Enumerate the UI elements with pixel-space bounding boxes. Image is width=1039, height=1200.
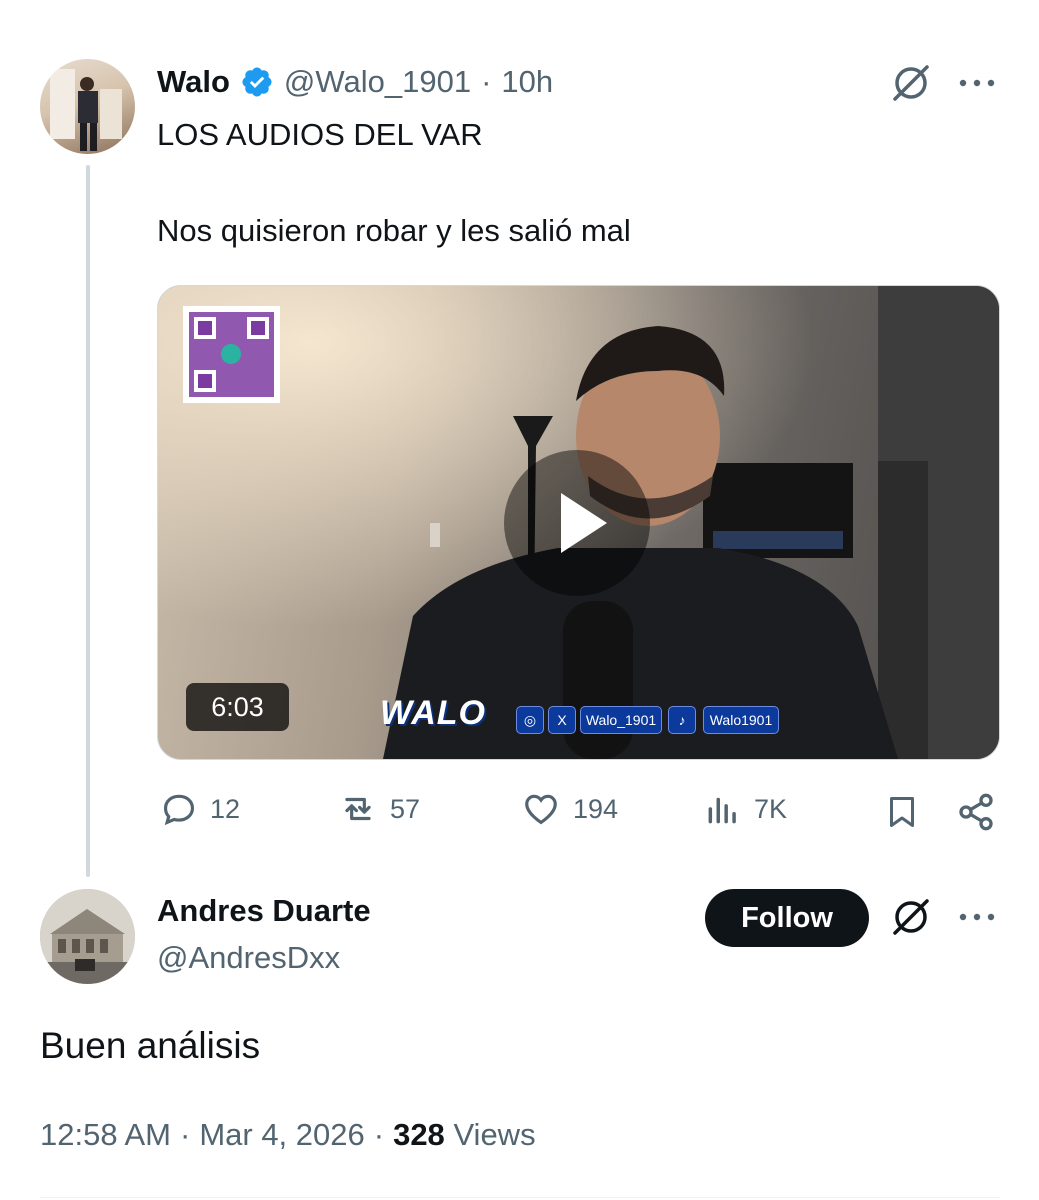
like-count: 194 [573, 793, 619, 824]
play-icon [504, 450, 650, 596]
reply-icon [163, 794, 195, 826]
reply-time[interactable]: 12:58 AM [40, 1117, 171, 1153]
separator-dot: · [179, 1117, 191, 1152]
reply-grok-button[interactable] [889, 895, 933, 939]
reply-handle[interactable]: @AndresDxx [157, 940, 340, 976]
reply-author-name[interactable]: Andres Duarte [157, 893, 371, 929]
reply-count: 12 [210, 793, 241, 824]
like-action[interactable]: 194 [521, 790, 618, 828]
verified-badge-icon [242, 67, 272, 97]
views-action[interactable]: 7K [704, 790, 787, 828]
instagram-icon: ◎ [516, 706, 544, 734]
separator-dot: · [481, 64, 492, 99]
video-social-handle-2: Walo1901 [703, 706, 779, 734]
divider [40, 1197, 1000, 1198]
tweet-text-line-1: LOS AUDIOS DEL VAR [157, 117, 483, 152]
reply-author-avatar[interactable] [40, 889, 135, 984]
x-logo-icon: X [548, 706, 576, 734]
thread-line [86, 165, 90, 877]
video-social-handle-1: Walo_1901 [580, 706, 662, 734]
bookmark-icon [890, 797, 914, 827]
views-count: 7K [754, 793, 788, 824]
tweet-video[interactable]: 6:03 WALO ◎ X Walo_1901 ♪ Walo1901 [157, 285, 1000, 760]
tweet-text-line-2: Nos quisieron robar y les salió mal [157, 213, 631, 248]
play-button[interactable] [503, 449, 651, 602]
share-button[interactable] [956, 792, 996, 832]
tweet-more-button[interactable] [957, 70, 997, 96]
repost-icon [345, 797, 371, 821]
views-icon [708, 797, 736, 824]
follow-button[interactable]: Follow [705, 889, 869, 947]
reply-views-count: 328 [393, 1117, 445, 1152]
reply-views-label: Views [453, 1117, 536, 1152]
tweet-handle[interactable]: @Walo_1901 [284, 64, 471, 100]
reply-action[interactable]: 12 [160, 790, 240, 828]
tweet-header: Walo @Walo_1901 · 10h [157, 62, 553, 102]
more-icon [959, 913, 995, 921]
more-icon [959, 79, 995, 87]
tiktok-icon: ♪ [668, 706, 696, 734]
share-icon [959, 793, 993, 831]
tweet-time[interactable]: 10h [501, 64, 553, 100]
separator-dot: · [373, 1117, 385, 1152]
reply-metadata: 12:58 AM · Mar 4, 2026 · 328 Views [40, 1117, 536, 1153]
grok-icon [893, 65, 929, 101]
repost-action[interactable]: 57 [338, 790, 420, 828]
video-brand-logo: WALO [380, 694, 486, 732]
bookmark-button[interactable] [884, 792, 920, 832]
reply-more-button[interactable] [957, 904, 997, 930]
reply-date[interactable]: Mar 4, 2026 [199, 1117, 364, 1153]
tweet-author-name[interactable]: Walo [157, 64, 230, 100]
video-duration-badge: 6:03 [186, 683, 289, 731]
reply-text: Buen análisis [40, 1025, 261, 1066]
avatar-building-icon [40, 889, 135, 984]
tweet-author-avatar[interactable] [40, 59, 135, 154]
repost-count: 57 [390, 793, 421, 824]
avatar-figure-icon [50, 69, 122, 151]
grok-button[interactable] [889, 61, 933, 105]
grok-icon [893, 899, 929, 935]
like-icon [525, 794, 557, 825]
